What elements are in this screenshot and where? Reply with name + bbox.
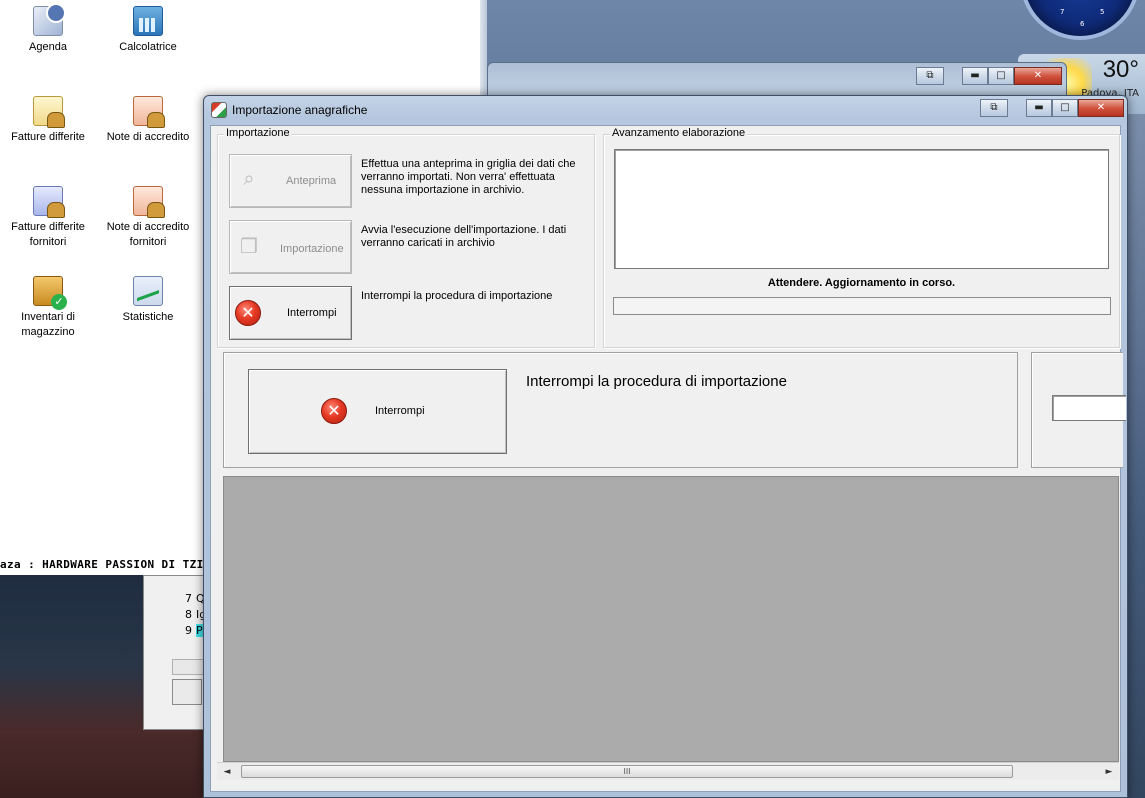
desktop-icon-note-fornitori[interactable]: Note di accredito fornitori	[100, 186, 196, 250]
interrompi-description: Interrompi la procedura di importazione	[361, 290, 553, 302]
inventory-box-icon	[33, 276, 67, 310]
calculator-icon	[133, 6, 163, 36]
scroll-thumb[interactable]: III	[241, 765, 1013, 778]
grid-row-number: 7	[185, 592, 192, 605]
grid-row-number: 8	[185, 608, 192, 621]
weather-temperature: 30°	[1102, 56, 1139, 83]
desktop-icon-label: Note di accredito fornitori	[106, 221, 190, 248]
importazione-button[interactable]: ❐ Importazione	[229, 220, 352, 274]
desktop-icon-note-accredito[interactable]: Note di accredito	[100, 96, 196, 145]
button-label: Interrompi	[287, 307, 337, 319]
lower-right-panel	[1031, 352, 1126, 468]
minimize-button[interactable]: ▬	[1026, 99, 1052, 117]
group-label: Avanzamento elaborazione	[610, 127, 748, 139]
desktop-icon-agenda[interactable]: Agenda	[0, 3, 96, 55]
status-message: Attendere. Aggiornamento in corso.	[767, 277, 956, 289]
restore-button[interactable]: ⧉	[980, 99, 1008, 117]
group-label: Importazione	[224, 127, 292, 139]
interrompi-large-button[interactable]: ✕ Interrompi	[248, 369, 507, 454]
desktop-icon-statistiche[interactable]: Statistiche	[100, 276, 196, 325]
data-grid-area[interactable]	[223, 476, 1119, 762]
desktop-icon-label: Note di accredito	[106, 131, 190, 143]
horizontal-scrollbar[interactable]: ◄ III ►	[217, 762, 1119, 780]
scroll-right-icon[interactable]: ►	[1101, 764, 1117, 780]
close-button[interactable]: ✕	[1078, 99, 1124, 117]
interrompi-button[interactable]: ✕ Interrompi	[229, 286, 352, 340]
credit-note-icon	[133, 96, 165, 128]
invoice-icon	[33, 96, 65, 128]
desktop-icon-label: Statistiche	[122, 311, 174, 323]
desktop-icon-calcolatrice[interactable]: Calcolatrice	[100, 6, 196, 55]
bg-close-button[interactable]: ✕	[1014, 67, 1062, 85]
button-label: Interrompi	[375, 405, 425, 417]
bg-minimize-button[interactable]: ▬	[962, 67, 988, 85]
calendar-clock-icon	[33, 3, 66, 36]
lower-caption: Interrompi la procedura di importazione	[526, 373, 787, 390]
progress-bar	[613, 297, 1111, 315]
background-grid: 7 Q 8 Ig 9 P	[143, 575, 209, 730]
desktop-icon-label: Inventari di magazzino	[21, 311, 75, 338]
button-label: Anteprima	[286, 175, 337, 187]
anteprima-button[interactable]: ⌕ Anteprima	[229, 154, 352, 208]
stop-icon: ✕	[321, 398, 347, 424]
anteprima-description: Effettua una anteprima in griglia dei da…	[361, 158, 576, 196]
import-documents-icon: ❐	[240, 236, 258, 258]
import-dialog: Importazione anagrafiche ⧉ ▬ □ ✕ Importa…	[203, 95, 1128, 798]
company-status-bar: aza : HARDWARE PASSION DI TZIN	[0, 558, 210, 571]
stop-icon: ✕	[235, 300, 261, 326]
dialog-title: Importazione anagrafiche	[232, 103, 368, 117]
lower-panel: ✕ Interrompi Interrompi la procedura di …	[223, 352, 1018, 468]
importazione-description: Avvia l'esecuzione dell'importazione. I …	[361, 224, 567, 249]
desktop-icon-fatture-differite[interactable]: Fatture differite	[0, 96, 96, 145]
desktop-icon-label: Fatture differite	[11, 131, 85, 143]
dialog-client-area: Importazione ⌕ Anteprima Effettua una an…	[210, 125, 1126, 792]
bg-restore-button[interactable]: ⧉	[916, 67, 944, 85]
desktop-icon-inventari[interactable]: Inventari di magazzino	[0, 276, 96, 340]
chart-icon	[133, 276, 163, 306]
preview-zoom-icon: ⌕	[243, 168, 255, 190]
desktop-icon-fatture-fornitori[interactable]: Fatture differite fornitori	[0, 186, 96, 250]
desktop-icon-label: Agenda	[29, 41, 67, 53]
scroll-left-icon[interactable]: ◄	[219, 764, 235, 780]
supplier-credit-note-icon	[133, 186, 165, 218]
avanzamento-group: Avanzamento elaborazione Attendere. Aggi…	[603, 127, 1120, 348]
value-input[interactable]	[1052, 395, 1126, 421]
maximize-button[interactable]: □	[1052, 99, 1078, 117]
bg-maximize-button[interactable]: □	[988, 67, 1014, 85]
importazione-group: Importazione ⌕ Anteprima Effettua una an…	[217, 127, 595, 348]
app-icon	[211, 102, 227, 118]
add-record-button[interactable]	[172, 679, 202, 705]
desktop-icon-label: Calcolatrice	[119, 41, 177, 53]
grid-row-number: 9	[185, 624, 192, 637]
button-label: Importazione	[280, 243, 344, 255]
desktop-icon-label: Fatture differite fornitori	[11, 221, 85, 248]
supplier-invoice-icon	[33, 186, 65, 218]
progress-log[interactable]	[614, 149, 1109, 269]
